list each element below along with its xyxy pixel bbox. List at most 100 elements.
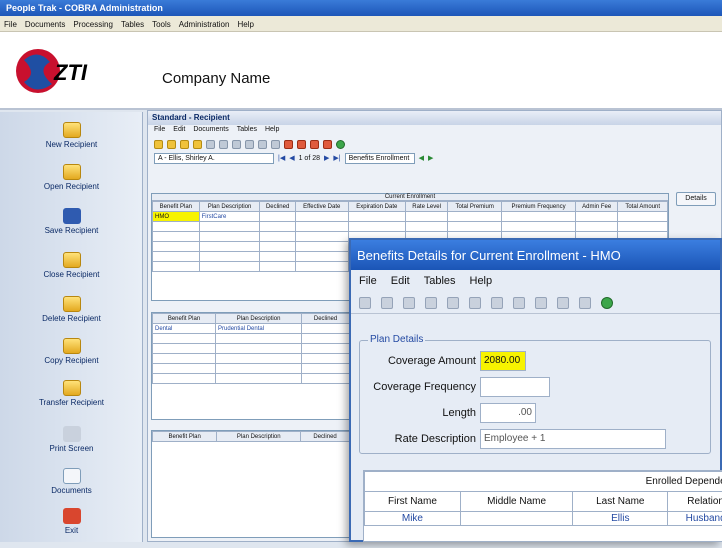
dialog-menu-edit[interactable]: Edit <box>391 275 410 287</box>
sidebar-open-recipient[interactable]: Open Recipient <box>4 164 139 204</box>
sidebar-save-recipient[interactable]: Save Recipient <box>4 208 139 248</box>
dependent-cell[interactable]: Husband <box>668 512 722 526</box>
table-row[interactable]: HMOFirstCare <box>153 212 668 222</box>
chart-tool-icon[interactable] <box>579 297 591 309</box>
view-select[interactable]: Benefits Enrollment <box>345 153 415 164</box>
menu-file[interactable]: File <box>4 20 17 29</box>
table-cell[interactable]: FirstCare <box>199 212 260 222</box>
table-cell[interactable] <box>302 324 350 334</box>
redo-tool-icon[interactable] <box>271 140 280 149</box>
dialog-menu-help[interactable]: Help <box>470 275 493 287</box>
sidebar-print-screen[interactable]: Print Screen <box>4 426 139 466</box>
column-header[interactable]: Plan Description <box>217 432 301 442</box>
table-cell[interactable] <box>448 212 502 222</box>
table-cell[interactable] <box>348 212 405 222</box>
column-header[interactable]: Benefit Plan <box>153 432 217 442</box>
redo-tool-icon[interactable] <box>491 297 503 309</box>
table-cell[interactable]: Dental <box>153 324 216 334</box>
table-row[interactable]: DentalPrudential Dental <box>153 324 350 334</box>
recipient-select[interactable]: A - Ellis, Shirley A. <box>154 153 274 164</box>
panel-menu-edit[interactable]: Edit <box>173 126 185 133</box>
copy-tool-icon[interactable] <box>193 140 202 149</box>
dependent-column-header[interactable]: Middle Name <box>460 492 572 512</box>
details-button[interactable]: Details <box>676 192 716 206</box>
coverage-frequency-field[interactable] <box>480 377 550 397</box>
sidebar-exit[interactable]: Exit <box>4 508 139 548</box>
sidebar-transfer-recipient[interactable]: Transfer Recipient <box>4 380 139 420</box>
undo-tool-icon[interactable] <box>469 297 481 309</box>
column-header[interactable]: Total Premium <box>448 202 502 212</box>
chart-tool-icon[interactable] <box>323 140 332 149</box>
first-record-icon[interactable]: |◀ <box>278 154 285 162</box>
table-cell[interactable] <box>295 212 348 222</box>
forward-icon[interactable]: ▶ <box>428 154 433 162</box>
sidebar-documents[interactable]: Documents <box>4 468 139 508</box>
coverage-amount-field[interactable]: 2080.00 <box>480 351 526 371</box>
report-tool-icon[interactable] <box>557 297 569 309</box>
prev-record-icon[interactable]: ◀ <box>289 154 294 162</box>
dependent-cell[interactable]: Mike <box>365 512 461 526</box>
menu-documents[interactable]: Documents <box>25 20 65 29</box>
print-tool-icon[interactable] <box>381 297 393 309</box>
go-tool-icon[interactable] <box>336 140 345 149</box>
column-header[interactable]: Premium Frequency <box>502 202 576 212</box>
dependent-cell[interactable]: Ellis <box>573 512 668 526</box>
column-header[interactable]: Plan Description <box>199 202 260 212</box>
undo-tool-icon[interactable] <box>258 140 267 149</box>
table-cell[interactable] <box>502 212 576 222</box>
save-tool-icon[interactable] <box>359 297 371 309</box>
column-header[interactable]: Total Amount <box>618 202 668 212</box>
delete-tool-icon[interactable] <box>232 140 241 149</box>
insert-tool-icon[interactable] <box>403 297 415 309</box>
folder-tool-icon[interactable] <box>167 140 176 149</box>
column-header[interactable]: Rate Level <box>406 202 448 212</box>
rate-description-field[interactable]: Employee + 1 <box>480 429 666 449</box>
column-header[interactable]: Declined <box>260 202 295 212</box>
dialog-menu-file[interactable]: File <box>359 275 377 287</box>
panel-menu-help[interactable]: Help <box>265 126 279 133</box>
back-icon[interactable]: ◀ <box>419 154 424 162</box>
sidebar-close-recipient[interactable]: Close Recipient <box>4 252 139 292</box>
dependent-cell[interactable] <box>460 512 572 526</box>
delete-tool-icon[interactable] <box>425 297 437 309</box>
column-header[interactable]: Declined <box>301 432 350 442</box>
grid-tool-icon[interactable] <box>297 140 306 149</box>
grid-tool-icon[interactable] <box>513 297 525 309</box>
sidebar-new-recipient[interactable]: New Recipient <box>4 122 139 162</box>
menu-help[interactable]: Help <box>237 20 253 29</box>
paste-tool-icon[interactable] <box>245 140 254 149</box>
dependent-column-header[interactable]: First Name <box>365 492 461 512</box>
sidebar-delete-recipient[interactable]: Delete Recipient <box>4 296 139 336</box>
report-tool-icon[interactable] <box>284 140 293 149</box>
dependent-column-header[interactable]: Last Name <box>573 492 668 512</box>
menu-tools[interactable]: Tools <box>152 20 171 29</box>
cut-tool-icon[interactable] <box>206 140 215 149</box>
save-tool-icon[interactable] <box>180 140 189 149</box>
column-header[interactable]: Effective Date <box>295 202 348 212</box>
length-field[interactable]: .00 <box>480 403 536 423</box>
column-header[interactable]: Plan Description <box>216 314 302 324</box>
column-header[interactable]: Benefit Plan <box>153 202 200 212</box>
dialog-menu-tables[interactable]: Tables <box>424 275 456 287</box>
table-cell[interactable]: HMO <box>153 212 200 222</box>
copy-tool-icon[interactable] <box>447 297 459 309</box>
column-header[interactable]: Benefit Plan <box>153 314 216 324</box>
panel-menu-file[interactable]: File <box>154 126 165 133</box>
column-header[interactable]: Expiration Date <box>348 202 405 212</box>
table-cell[interactable] <box>406 212 448 222</box>
table-cell[interactable] <box>260 212 295 222</box>
table-tool-icon[interactable] <box>535 297 547 309</box>
table-cell[interactable] <box>618 212 668 222</box>
insert-tool-icon[interactable] <box>219 140 228 149</box>
menu-tables[interactable]: Tables <box>121 20 144 29</box>
dependent-column-header[interactable]: Relation <box>668 492 722 512</box>
panel-menu-tables[interactable]: Tables <box>237 126 257 133</box>
open-tool-icon[interactable] <box>154 140 163 149</box>
menu-processing[interactable]: Processing <box>73 20 113 29</box>
last-record-icon[interactable]: ▶| <box>333 154 340 162</box>
dependent-row[interactable]: Mike EllisHusband <box>365 512 722 526</box>
go-tool-icon[interactable] <box>601 297 613 309</box>
sidebar-copy-recipient[interactable]: Copy Recipient <box>4 338 139 378</box>
table-cell[interactable] <box>575 212 617 222</box>
panel-menu-documents[interactable]: Documents <box>193 126 228 133</box>
